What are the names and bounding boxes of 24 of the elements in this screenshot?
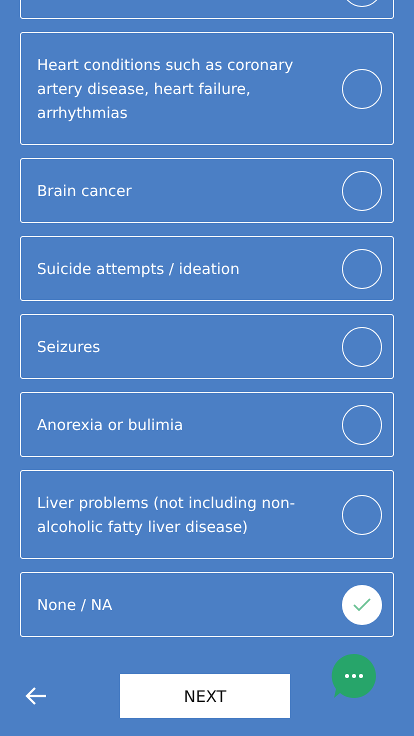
next-button[interactable]: NEXT xyxy=(120,674,290,718)
option-card[interactable]: Anorexia or bulimia xyxy=(20,392,394,457)
radio-circle[interactable] xyxy=(342,248,382,288)
option-card[interactable]: Suicide attempts / ideation xyxy=(20,236,394,301)
option-label: Heart conditions such as coronary artery disease, heart failure, arrhythmias xyxy=(37,54,294,124)
check-icon xyxy=(353,598,371,612)
option-card[interactable]: Heart conditions such as coronary artery disease, heart failure, arrhythmias xyxy=(20,32,394,145)
option-label: None / NA xyxy=(37,594,114,616)
radio-circle[interactable] xyxy=(342,326,382,366)
option-label: Anorexia or bulimia xyxy=(37,414,184,436)
option-card[interactable]: None / NA xyxy=(20,572,394,637)
radio-circle[interactable] xyxy=(342,494,382,534)
option-card[interactable]: Brain cancer xyxy=(20,158,394,223)
option-label: Suicide attempts / ideation xyxy=(37,258,241,280)
option-label: Liver problems (not including non-alcoholic fatty liver disease) xyxy=(37,492,296,538)
radio-circle[interactable] xyxy=(342,170,382,210)
radio-circle[interactable] xyxy=(342,584,382,624)
back-arrow-icon[interactable] xyxy=(24,686,48,706)
option-card[interactable]: Liver problems (not including non-alcoholic fatty liver disease) xyxy=(20,470,394,559)
option-label: Brain cancer xyxy=(37,180,133,202)
option-card[interactable]: Seizures xyxy=(20,314,394,379)
radio-circle[interactable] xyxy=(342,68,382,108)
radio-circle[interactable] xyxy=(342,404,382,444)
option-label: Seizures xyxy=(37,336,102,358)
